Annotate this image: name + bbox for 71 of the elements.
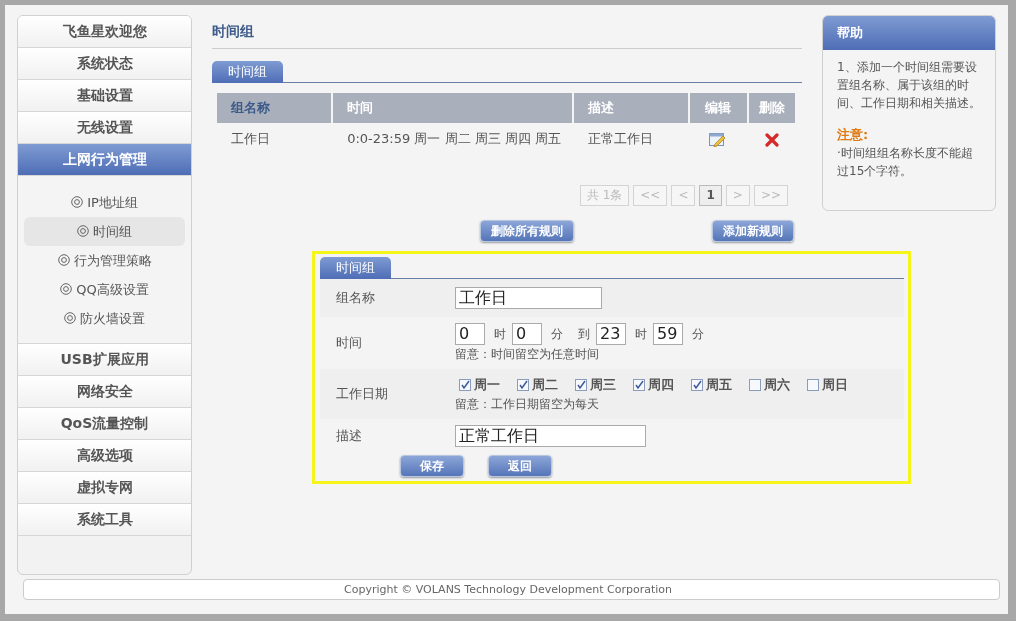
table-cell-text: 0:0-23:59 周一 周二 周三 周四 周五: [346, 130, 562, 149]
time-field[interactable]: 59: [653, 323, 683, 345]
checkbox[interactable]: [575, 378, 587, 391]
radio-ring-icon: [77, 225, 89, 237]
sidebar-item[interactable]: 飞鱼星欢迎您: [18, 16, 191, 48]
day-label[interactable]: 周五: [706, 375, 732, 395]
column-header: 时间: [333, 93, 573, 123]
checkbox[interactable]: [517, 378, 529, 391]
sidebar-item[interactable]: 上网行为管理: [18, 144, 191, 176]
unit-label: 到: [578, 326, 590, 343]
unit-label: 分: [692, 326, 704, 343]
column-header: 编辑: [689, 93, 748, 123]
column-header: 描述: [574, 93, 688, 123]
delete-icon[interactable]: [764, 132, 779, 147]
sidebar-item[interactable]: 网络安全: [18, 376, 191, 408]
sidebar-subitem[interactable]: QQ高级设置: [24, 275, 185, 304]
sidebar-item[interactable]: USB扩展应用: [18, 344, 191, 376]
radio-ring-icon: [71, 196, 84, 208]
column-header: 删除: [749, 93, 795, 123]
checkbox[interactable]: [459, 378, 471, 391]
section-tab[interactable]: 时间组: [320, 257, 391, 279]
sidebar-item[interactable]: 无线设置: [18, 112, 191, 144]
radio-ring-icon: [60, 283, 73, 295]
page-title: 时间组: [212, 15, 802, 49]
time-field[interactable]: 0: [455, 323, 485, 345]
field-label: 时间: [335, 334, 363, 353]
field-label: 组名称: [335, 289, 376, 308]
sidebar-subitem[interactable]: 时间组: [24, 217, 185, 246]
unit-label: 时: [494, 326, 506, 343]
table-cell-text: 工作日: [230, 130, 271, 149]
sidebar-subitem[interactable]: 行为管理策略: [24, 246, 185, 275]
day-label[interactable]: 周四: [648, 375, 674, 395]
section-tab[interactable]: 时间组: [212, 61, 283, 83]
sidebar-item[interactable]: 基础设置: [18, 80, 191, 112]
day-label[interactable]: 周日: [822, 375, 848, 395]
sidebar-item[interactable]: 虚拟专网: [18, 472, 191, 504]
radio-ring-icon: [57, 254, 70, 266]
checkbox[interactable]: [749, 378, 761, 391]
field-label: 工作日期: [335, 385, 389, 403]
page-button[interactable]: 1: [699, 185, 722, 206]
hint-text: 留意：工作日期留空为每天: [455, 395, 600, 413]
time-field[interactable]: 0: [512, 323, 542, 345]
day-label[interactable]: 周六: [764, 375, 790, 395]
day-label[interactable]: 周一: [474, 375, 500, 395]
day-label[interactable]: 周二: [532, 375, 558, 395]
name-field[interactable]: 工作日: [455, 287, 602, 309]
checkbox[interactable]: [691, 378, 703, 391]
sidebar-item[interactable]: 系统状态: [18, 48, 191, 80]
checkbox[interactable]: [633, 378, 645, 391]
day-label[interactable]: 周三: [590, 375, 616, 395]
time-field[interactable]: 23: [596, 323, 626, 345]
copyright-footer: Copyright © VOLANS Technology Development Corporation: [23, 579, 1000, 600]
unit-label: 时: [635, 326, 647, 343]
help-title: 帮助: [823, 16, 995, 50]
radio-ring-icon: [64, 312, 76, 324]
description-field[interactable]: 正常工作日: [455, 424, 646, 447]
table-cell-text: 正常工作日: [587, 130, 655, 149]
sidebar-item[interactable]: QoS流量控制: [18, 408, 191, 440]
sidebar-item[interactable]: 系统工具: [18, 504, 191, 536]
help-text: 1、添加一个时间组需要设置组名称、属于该组的时间、工作日期和相关描述。: [837, 59, 981, 112]
edit-icon[interactable]: [709, 132, 727, 148]
checkbox[interactable]: [807, 378, 819, 391]
note-title: 注意:: [837, 126, 870, 144]
sidebar-item[interactable]: 高级选项: [18, 440, 191, 472]
sidebar-subitem[interactable]: IP地址组: [24, 188, 185, 217]
hint-text: 留意：时间留空为任意时间: [455, 346, 600, 363]
note-text: ·时间组组名称长度不能超过15个字符。: [837, 145, 974, 180]
sidebar-subitem[interactable]: 防火墙设置: [24, 304, 185, 333]
unit-label: 分: [551, 326, 563, 343]
column-header: 组名称: [217, 93, 332, 123]
field-label: 描述: [335, 426, 363, 445]
